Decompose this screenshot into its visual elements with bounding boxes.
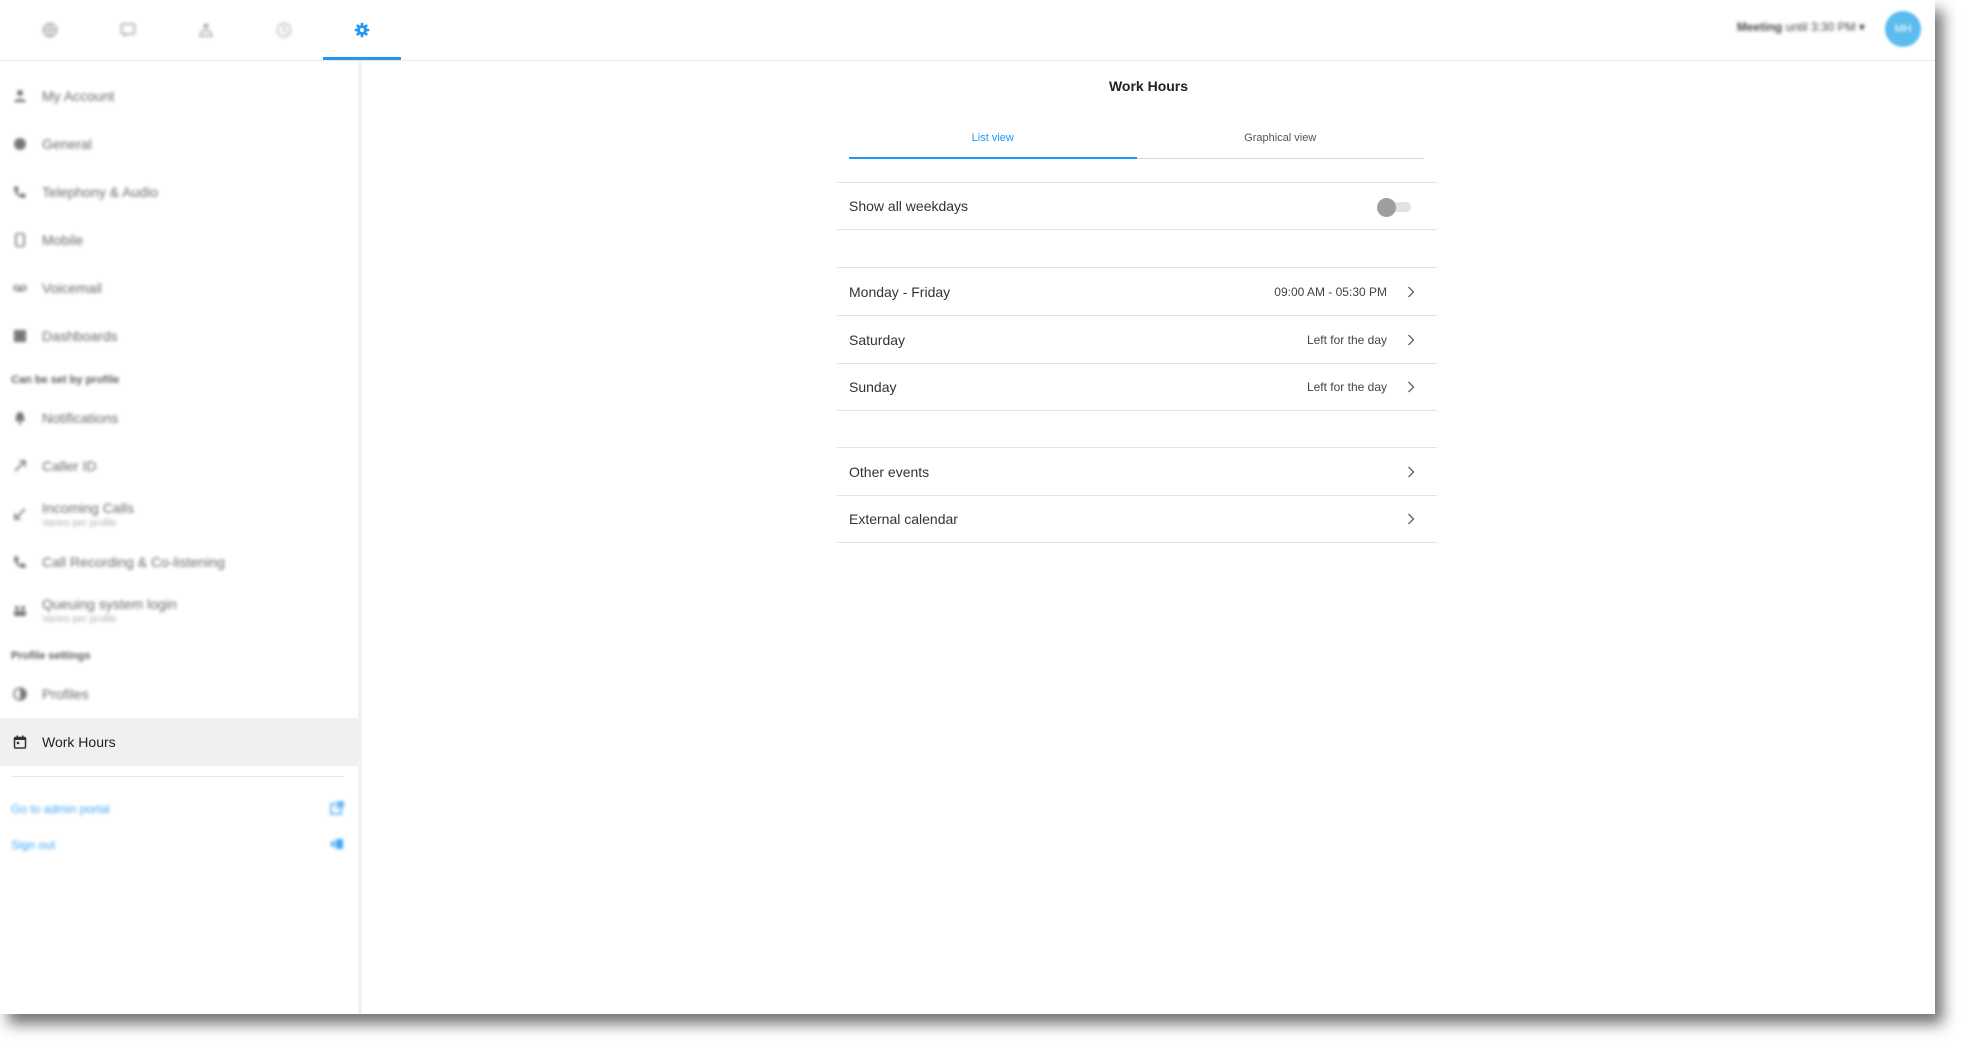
chat-icon[interactable] xyxy=(89,0,167,60)
chevron-right-icon xyxy=(1405,286,1417,298)
gear-icon[interactable] xyxy=(323,0,401,60)
globe-icon[interactable] xyxy=(11,0,89,60)
chevron-down-icon: ▾ xyxy=(1858,20,1865,34)
sidebar-item-label: Mobile xyxy=(42,232,84,248)
schedule-hours-value: 09:00 AM - 05:30 PM xyxy=(1274,284,1387,299)
other-events-row[interactable]: Other events xyxy=(837,447,1437,495)
sidebar-item-label: Profiles xyxy=(42,686,89,702)
sidebar-item-dashboards[interactable]: Dashboards xyxy=(0,312,358,360)
schedule-day-label: Monday - Friday xyxy=(849,283,951,300)
status-detail: until 3:30 PM xyxy=(1785,20,1856,34)
presence-status[interactable]: Meeting until 3:30 PM ▾ xyxy=(1737,20,1865,34)
schedule-row-monday-friday[interactable]: Monday - Friday 09:00 AM - 05:30 PM xyxy=(837,267,1437,315)
sidebar-item-voicemail[interactable]: Voicemail xyxy=(0,264,358,312)
bell-icon xyxy=(12,410,28,426)
queue-icon xyxy=(12,602,28,618)
sidebar-divider xyxy=(11,776,344,777)
dashboard-icon xyxy=(12,328,28,344)
top-nav-bar: Meeting until 3:30 PM ▾ MH xyxy=(0,0,1935,61)
chevron-right-icon xyxy=(1405,334,1417,346)
sidebar-item-general[interactable]: General xyxy=(0,120,358,168)
schedule-hours-value: Left for the day xyxy=(1306,332,1387,347)
sidebar-item-queuing-login[interactable]: Queuing system login Varies per profile xyxy=(0,586,358,634)
status-label: Meeting xyxy=(1736,20,1783,34)
sidebar-item-subtitle: Varies per profile xyxy=(42,517,117,529)
schedule-day-label: Saturday xyxy=(849,331,906,348)
admin-portal-label: Go to admin portal xyxy=(11,802,110,816)
sidebar-item-title: Incoming Calls xyxy=(42,499,134,516)
people-icon[interactable] xyxy=(167,0,245,60)
mobile-icon xyxy=(12,232,28,248)
calendar-icon xyxy=(12,734,28,750)
voicemail-icon xyxy=(12,280,28,296)
sidebar-item-label: Work Hours xyxy=(42,734,116,750)
sign-out-label: Sign out xyxy=(11,838,56,852)
sidebar-item-title: Queuing system login xyxy=(42,595,177,612)
show-all-weekdays-row: Show all weekdays xyxy=(837,182,1437,230)
sidebar-item-caller-id[interactable]: Caller ID xyxy=(0,442,358,490)
call-recording-icon xyxy=(12,554,28,570)
outgoing-call-icon xyxy=(12,458,28,474)
sidebar-item-label: Telephony & Audio xyxy=(42,184,158,200)
schedule-row-saturday[interactable]: Saturday Left for the day xyxy=(837,315,1437,363)
section-heading-profile: Can be set by profile xyxy=(11,374,120,386)
sidebar-item-label: Call Recording & Co-listening xyxy=(42,554,225,570)
sidebar-item-label: Caller ID xyxy=(42,458,97,474)
tab-list-view[interactable]: List view xyxy=(849,125,1137,159)
other-events-label: Other events xyxy=(849,463,930,480)
sidebar-item-telephony-audio[interactable]: Telephony & Audio xyxy=(0,168,358,216)
external-calendar-row[interactable]: External calendar xyxy=(837,495,1437,543)
sidebar-item-label: Queuing system login Varies per profile xyxy=(42,596,177,625)
page-title: Work Hours xyxy=(1108,78,1189,94)
clock-icon[interactable] xyxy=(245,0,323,60)
section-heading-profile-settings: Profile settings xyxy=(11,650,91,662)
sidebar-item-call-recording[interactable]: Call Recording & Co-listening xyxy=(0,538,358,586)
show-all-weekdays-toggle[interactable] xyxy=(1377,198,1413,217)
sidebar-item-mobile[interactable]: Mobile xyxy=(0,216,358,264)
chevron-right-icon xyxy=(1405,381,1417,393)
external-calendar-label: External calendar xyxy=(849,511,958,527)
sidebar-item-label: Voicemail xyxy=(42,280,102,296)
sidebar-item-label: General xyxy=(42,136,92,152)
tab-graphical-view[interactable]: Graphical view xyxy=(1137,125,1425,158)
sidebar-item-incoming-calls[interactable]: Incoming Calls Varies per profile xyxy=(0,490,358,538)
incoming-call-icon xyxy=(12,506,28,522)
chevron-right-icon xyxy=(1405,513,1417,525)
sidebar-item-work-hours[interactable]: Work Hours xyxy=(0,718,358,766)
settings-sidebar: My Account General Telephony & Audio Mob… xyxy=(0,61,362,1014)
avatar[interactable]: MH xyxy=(1885,11,1921,47)
sidebar-item-label: Dashboards xyxy=(42,328,118,344)
profiles-icon xyxy=(12,686,28,702)
globe-icon xyxy=(12,136,28,152)
avatar-initials: MH xyxy=(1894,23,1912,35)
schedule-hours-value: Left for the day xyxy=(1306,380,1387,394)
sign-out-link[interactable]: Sign out xyxy=(11,835,344,855)
chevron-right-icon xyxy=(1405,466,1417,478)
sidebar-item-subtitle: Varies per profile xyxy=(42,613,117,625)
phone-icon xyxy=(12,184,28,200)
schedule-row-sunday[interactable]: Sunday Left for the day xyxy=(837,363,1437,411)
sign-out-icon xyxy=(329,837,344,854)
sidebar-item-label: My Account xyxy=(42,88,115,104)
app-window: Meeting until 3:30 PM ▾ MH My Account Ge… xyxy=(0,0,1935,1014)
admin-portal-link[interactable]: Go to admin portal xyxy=(11,799,344,819)
toggle-knob xyxy=(1377,198,1396,217)
schedule-day-label: Sunday xyxy=(849,379,897,395)
view-tabs: List view Graphical view xyxy=(849,125,1424,159)
sidebar-item-label: Incoming Calls Varies per profile xyxy=(42,500,134,529)
show-all-weekdays-label: Show all weekdays xyxy=(849,198,969,214)
sidebar-item-label: Notifications xyxy=(42,410,119,426)
sidebar-item-notifications[interactable]: Notifications xyxy=(0,394,358,442)
person-icon xyxy=(12,88,28,104)
work-hours-panel: Work Hours List view Graphical view Show… xyxy=(362,61,1935,1014)
sidebar-item-profiles[interactable]: Profiles xyxy=(0,670,358,718)
external-link-icon xyxy=(330,800,344,818)
sidebar-item-my-account[interactable]: My Account xyxy=(0,72,358,120)
